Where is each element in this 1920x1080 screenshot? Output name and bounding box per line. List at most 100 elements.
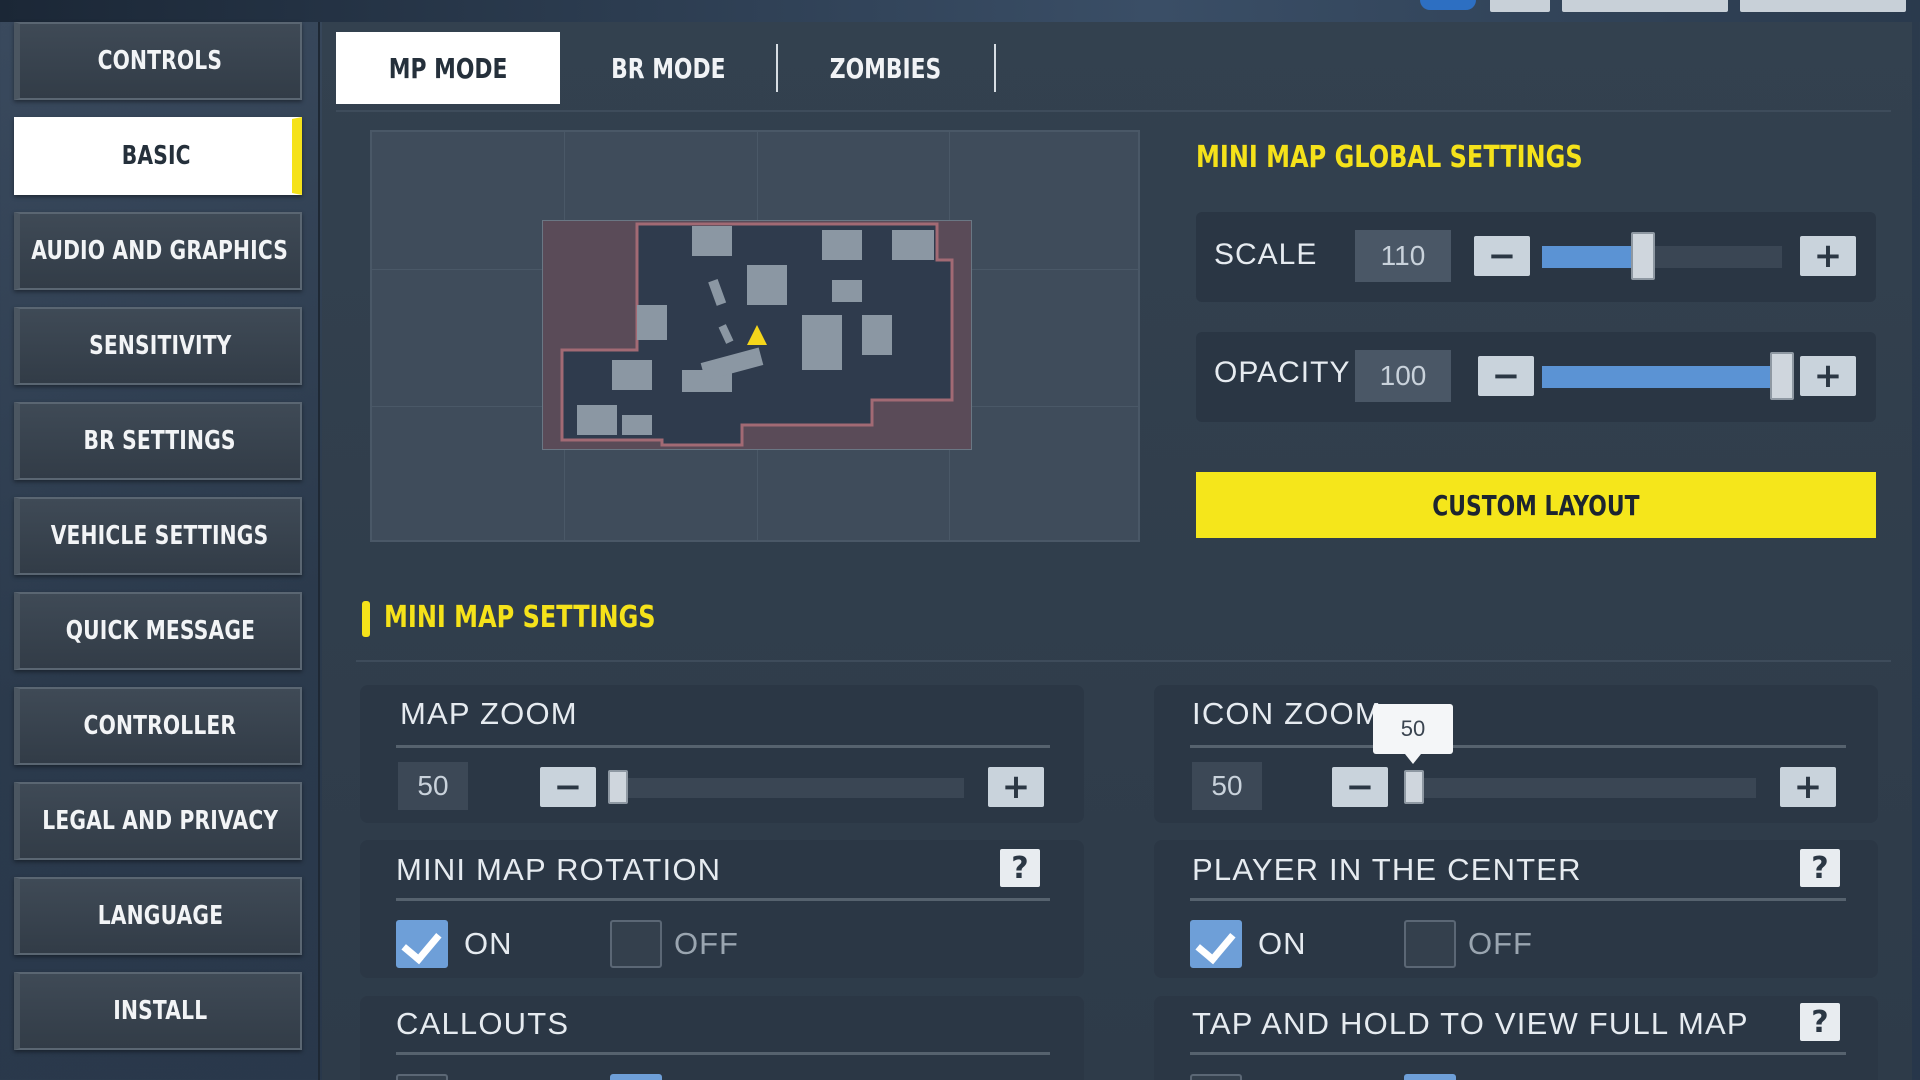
tab-br-mode[interactable]: BR MODE	[560, 32, 776, 104]
sidebar-item-controls[interactable]: CONTROLS	[14, 22, 302, 100]
card-underline	[1190, 1052, 1846, 1055]
map-zoom-slider-track[interactable]	[608, 778, 964, 798]
callouts-on-checkbox[interactable]	[396, 1074, 448, 1080]
card-underline	[1190, 745, 1846, 748]
sidebar-item-label: CONTROLLER	[83, 711, 237, 741]
icon-zoom-slider-thumb[interactable]	[1404, 770, 1424, 804]
minimap-rotation-off-label: OFF	[674, 926, 739, 961]
top-widget	[1562, 0, 1728, 12]
icon-zoom-slider-track[interactable]	[1404, 778, 1756, 798]
icon-zoom-value: 50	[1192, 762, 1262, 810]
player-center-help-icon[interactable]: ?	[1800, 849, 1840, 887]
sidebar-divider	[318, 22, 320, 1080]
plus-icon: +	[1813, 356, 1843, 396]
plus-icon: +	[1813, 236, 1843, 276]
map-zoom-label: MAP ZOOM	[400, 696, 578, 731]
tab-mp-mode[interactable]: MP MODE	[336, 32, 560, 104]
opacity-minus-button[interactable]: −	[1478, 356, 1534, 396]
minimap-rotation-help-icon[interactable]: ?	[1000, 849, 1040, 887]
opacity-plus-button[interactable]: +	[1800, 356, 1856, 396]
top-bar	[0, 0, 1920, 22]
tap-hold-on-checkbox[interactable]	[1190, 1074, 1242, 1080]
opacity-slider-fill	[1542, 366, 1782, 388]
section-divider	[356, 660, 1891, 662]
sidebar-item-label: VEHICLE SETTINGS	[51, 521, 269, 551]
player-center-label: PLAYER IN THE CENTER	[1192, 852, 1582, 887]
section-accent-bar	[362, 601, 370, 637]
minimap-rotation-on-label: ON	[464, 926, 513, 961]
sidebar-item-sensitivity[interactable]: SENSITIVITY	[14, 307, 302, 385]
card-underline	[1190, 898, 1846, 901]
card-underline	[396, 1052, 1050, 1055]
card-underline	[396, 745, 1050, 748]
sidebar-item-label: BASIC	[121, 141, 191, 171]
opacity-slider-thumb[interactable]	[1770, 352, 1794, 400]
scale-slider-fill	[1542, 246, 1643, 268]
minus-icon: −	[1345, 767, 1375, 807]
player-center-on-label: ON	[1258, 926, 1307, 961]
icon-zoom-tooltip: 50	[1373, 704, 1453, 764]
scale-value: 110	[1355, 230, 1451, 282]
plus-icon: +	[1793, 767, 1823, 807]
tap-hold-label: TAP AND HOLD TO VIEW FULL MAP	[1192, 1006, 1749, 1041]
minus-icon: −	[1487, 236, 1517, 276]
sidebar-item-label: INSTALL	[112, 996, 208, 1026]
map-zoom-slider-thumb[interactable]	[608, 770, 628, 804]
plus-icon: +	[1001, 767, 1031, 807]
tab-separator	[994, 44, 996, 92]
minimap-rotation-on-checkbox[interactable]	[396, 920, 448, 968]
custom-layout-button[interactable]: CUSTOM LAYOUT	[1196, 472, 1876, 538]
map-zoom-minus-button[interactable]: −	[540, 767, 596, 807]
callouts-label: CALLOUTS	[396, 1006, 570, 1041]
sidebar-item-language[interactable]: LANGUAGE	[14, 877, 302, 955]
scale-slider-track[interactable]	[1542, 246, 1782, 268]
sidebar-item-install[interactable]: INSTALL	[14, 972, 302, 1050]
minus-icon: −	[553, 767, 583, 807]
tab-label: BR MODE	[610, 51, 726, 85]
custom-layout-label: CUSTOM LAYOUT	[1432, 488, 1640, 522]
sidebar-item-label: QUICK MESSAGE	[65, 616, 255, 646]
tab-label: ZOMBIES	[830, 51, 942, 85]
scale-label: SCALE	[1214, 238, 1318, 271]
sidebar-item-label: AUDIO AND GRAPHICS	[31, 236, 289, 266]
tap-hold-selected-checkbox[interactable]	[1404, 1074, 1456, 1080]
sidebar-item-label: CONTROLS	[97, 46, 223, 76]
sidebar-item-br-settings[interactable]: BR SETTINGS	[14, 402, 302, 480]
sidebar-item-vehicle-settings[interactable]: VEHICLE SETTINGS	[14, 497, 302, 575]
map-zoom-plus-button[interactable]: +	[988, 767, 1044, 807]
scale-plus-button[interactable]: +	[1800, 236, 1856, 276]
top-widget	[1740, 0, 1906, 12]
tab-zombies[interactable]: ZOMBIES	[778, 32, 994, 104]
global-settings-title: MINI MAP GLOBAL SETTINGS	[1196, 140, 1583, 175]
minus-icon: −	[1491, 356, 1521, 396]
mode-tabs: MP MODE BR MODE ZOMBIES	[336, 32, 996, 104]
sidebar-item-label: LEGAL AND PRIVACY	[42, 806, 278, 836]
top-avatar-icon	[1420, 0, 1476, 10]
player-center-on-checkbox[interactable]	[1190, 920, 1242, 968]
opacity-label: OPACITY	[1214, 356, 1351, 389]
scale-slider-thumb[interactable]	[1630, 232, 1655, 280]
icon-zoom-minus-button[interactable]: −	[1332, 767, 1388, 807]
icon-zoom-plus-button[interactable]: +	[1780, 767, 1836, 807]
tabs-underline	[336, 110, 1891, 112]
top-widget	[1490, 0, 1550, 12]
map-zoom-value: 50	[398, 762, 468, 810]
opacity-value: 100	[1355, 350, 1451, 402]
sidebar-item-label: BR SETTINGS	[83, 426, 237, 456]
scale-minus-button[interactable]: −	[1474, 236, 1530, 276]
sidebar-item-audio-and-graphics[interactable]: AUDIO AND GRAPHICS	[14, 212, 302, 290]
player-center-off-checkbox[interactable]	[1404, 920, 1456, 968]
sidebar-item-label: LANGUAGE	[97, 901, 223, 931]
sidebar-item-basic[interactable]: BASIC	[14, 117, 302, 195]
sidebar-item-quick-message[interactable]: QUICK MESSAGE	[14, 592, 302, 670]
minimap-preview	[370, 130, 1140, 542]
minimap-settings-title: MINI MAP SETTINGS	[384, 600, 656, 635]
callouts-selected-checkbox[interactable]	[610, 1074, 662, 1080]
minimap-rotation-off-checkbox[interactable]	[610, 920, 662, 968]
opacity-slider-track[interactable]	[1542, 366, 1782, 388]
card-underline	[396, 898, 1050, 901]
sidebar-item-controller[interactable]: CONTROLLER	[14, 687, 302, 765]
tap-hold-help-icon[interactable]: ?	[1800, 1003, 1840, 1041]
sidebar-item-legal-and-privacy[interactable]: LEGAL AND PRIVACY	[14, 782, 302, 860]
sidebar-item-label: SENSITIVITY	[88, 331, 232, 361]
